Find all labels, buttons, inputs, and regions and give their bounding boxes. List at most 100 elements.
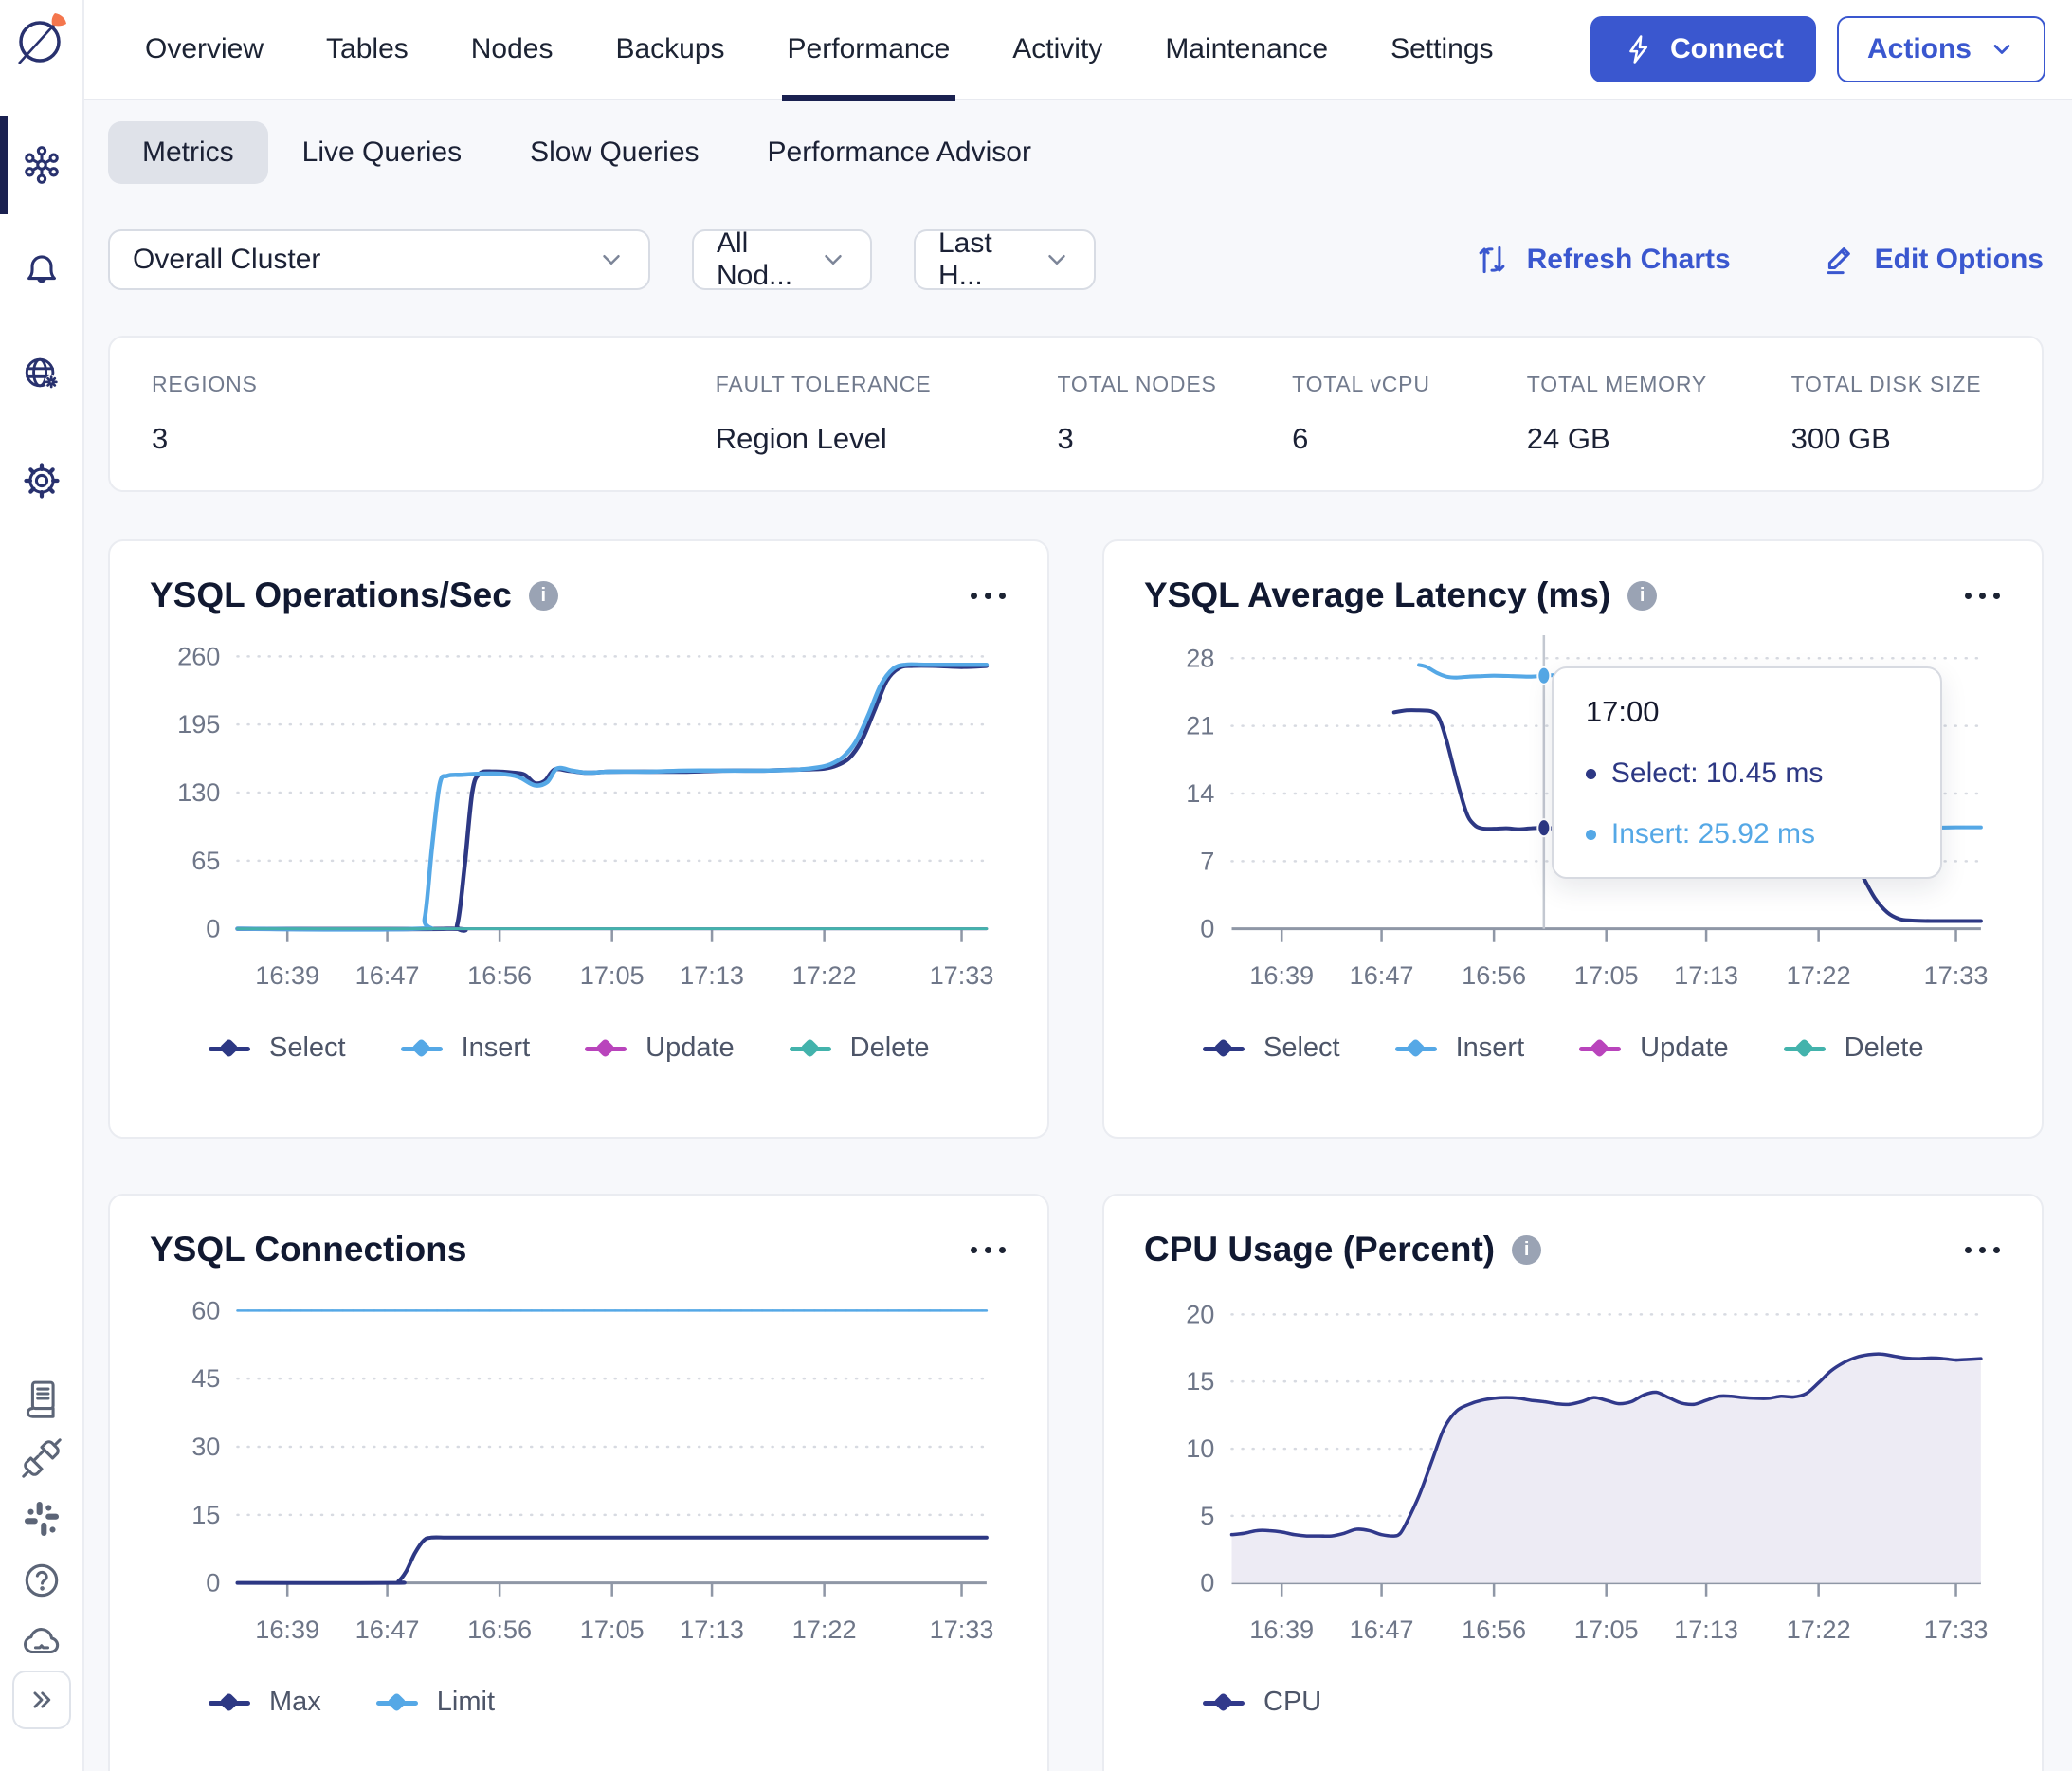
legend-marker-icon: [585, 1038, 627, 1059]
tab-tables[interactable]: Tables: [326, 0, 409, 100]
performance-subtabs: Metrics Live Queries Slow Queries Perfor…: [108, 121, 2044, 184]
more-options-icon[interactable]: [969, 585, 1008, 607]
chart-legend: Max Limit: [150, 1687, 1008, 1718]
tab-activity[interactable]: Activity: [1012, 0, 1102, 100]
svg-text:60: 60: [191, 1295, 220, 1324]
tab-settings[interactable]: Settings: [1390, 0, 1493, 100]
subtab-metrics[interactable]: Metrics: [108, 121, 268, 184]
time-range-select[interactable]: Last H...: [914, 228, 1096, 291]
more-options-icon[interactable]: [1963, 1239, 2002, 1261]
legend-item-select[interactable]: Select: [1203, 1032, 1340, 1064]
chart-card-ysql-operations: YSQL Operations/Sec i 0 65 130 195 260 16:39 1…: [108, 539, 1049, 1139]
integrations-plug-icon[interactable]: [20, 1436, 64, 1480]
summary-value: 24 GB: [1526, 422, 1610, 455]
edit-options-link[interactable]: Edit Options: [1822, 242, 2044, 278]
yugabyte-logo-icon[interactable]: [10, 8, 71, 68]
tab-backups[interactable]: Backups: [615, 0, 724, 100]
node-select[interactable]: All Nod...: [692, 228, 872, 291]
cluster-select[interactable]: Overall Cluster: [108, 229, 650, 290]
series-dot-icon: [1585, 829, 1596, 840]
chart-legend: CPU: [1144, 1687, 2002, 1718]
summary-label: REGIONS: [152, 372, 258, 396]
pencil-icon: [1827, 247, 1850, 275]
tab-nodes[interactable]: Nodes: [471, 0, 554, 100]
network-settings-globe-icon[interactable]: [20, 352, 64, 395]
chevron-down-icon: [1048, 255, 1065, 265]
legend-item-update[interactable]: Update: [1579, 1032, 1729, 1064]
cluster-nav-bar: Overview Tables Nodes Backups Performanc…: [84, 0, 2072, 101]
summary-label: TOTAL vCPU: [1292, 372, 1430, 396]
lightning-icon: [1629, 35, 1648, 64]
subtab-slow-queries[interactable]: Slow Queries: [496, 121, 733, 184]
docs-book-icon[interactable]: [20, 1377, 64, 1420]
summary-regions: REGIONS 3: [152, 372, 716, 456]
subtab-live-queries[interactable]: Live Queries: [268, 121, 496, 184]
more-options-icon[interactable]: [1963, 585, 2002, 607]
legend-item-delete[interactable]: Delete: [789, 1032, 929, 1064]
chart-legend: Select Insert Update Delete: [150, 1032, 1008, 1064]
connect-button-label: Connect: [1669, 33, 1784, 64]
legend-marker-icon: [1783, 1038, 1826, 1059]
node-select-value: All Nod...: [717, 228, 793, 291]
legend-item-insert[interactable]: Insert: [1394, 1032, 1524, 1064]
refresh-charts-link[interactable]: Refresh Charts: [1474, 242, 1731, 278]
svg-text:17:33: 17:33: [930, 1615, 994, 1644]
info-icon[interactable]: i: [528, 580, 558, 611]
svg-text:16:39: 16:39: [255, 1615, 319, 1644]
actions-button[interactable]: Actions: [1836, 16, 2045, 82]
svg-text:16:39: 16:39: [1249, 1615, 1314, 1644]
svg-text:0: 0: [206, 914, 220, 943]
svg-text:16:47: 16:47: [355, 960, 420, 990]
info-icon[interactable]: i: [1627, 580, 1658, 611]
chart-legend: Select Insert Update Delete: [1144, 1032, 2002, 1064]
svg-text:5: 5: [1200, 1501, 1214, 1530]
summary-value: 300 GB: [1790, 422, 1891, 455]
connect-button[interactable]: Connect: [1590, 16, 1816, 82]
legend-marker-icon: [1394, 1038, 1437, 1059]
svg-text:45: 45: [191, 1363, 220, 1393]
summary-total-memory: TOTAL MEMORY 24 GB: [1527, 372, 1791, 456]
legend-item-insert[interactable]: Insert: [400, 1032, 530, 1064]
tab-overview[interactable]: Overview: [145, 0, 264, 100]
settings-gear-icon[interactable]: [20, 459, 64, 502]
subtab-performance-advisor[interactable]: Performance Advisor: [734, 121, 1065, 184]
tab-maintenance[interactable]: Maintenance: [1165, 0, 1328, 100]
legend-marker-icon: [209, 1038, 250, 1059]
svg-text:17:33: 17:33: [1924, 1615, 1989, 1644]
help-question-icon[interactable]: [20, 1559, 64, 1602]
chevron-down-icon: [825, 255, 842, 265]
cluster-select-value: Overall Cluster: [133, 244, 321, 275]
svg-text:28: 28: [1186, 643, 1214, 672]
legend-item-max[interactable]: Max: [209, 1687, 321, 1718]
refresh-icon: [1479, 246, 1504, 274]
sidebar-item-clusters[interactable]: [20, 143, 64, 187]
svg-text:14: 14: [1186, 778, 1214, 808]
svg-text:30: 30: [191, 1432, 220, 1461]
legend-item-select[interactable]: Select: [209, 1032, 346, 1064]
legend-item-delete[interactable]: Delete: [1783, 1032, 1923, 1064]
legend-item-cpu[interactable]: CPU: [1203, 1687, 1321, 1718]
legend-item-update[interactable]: Update: [585, 1032, 735, 1064]
legend-label: Select: [1263, 1032, 1340, 1063]
chart-title: YSQL Connections: [150, 1230, 467, 1269]
tooltip-row-select: Select: 10.45 ms: [1585, 758, 1908, 790]
chart-toolbar-links: Refresh Charts Edit Options: [1474, 242, 2044, 278]
svg-text:16:39: 16:39: [1249, 960, 1314, 990]
svg-text:17:22: 17:22: [1787, 1615, 1851, 1644]
notifications-bell-icon[interactable]: [20, 247, 64, 291]
sidebar-expand-button[interactable]: [11, 1671, 71, 1729]
svg-text:15: 15: [191, 1500, 220, 1529]
chevron-down-icon: [1993, 45, 2010, 54]
tooltip-row-text: Insert: 25.92 ms: [1610, 818, 1815, 850]
svg-text:17:33: 17:33: [930, 960, 994, 990]
legend-item-limit[interactable]: Limit: [375, 1687, 495, 1718]
edit-options-label: Edit Options: [1874, 244, 2044, 275]
svg-text:0: 0: [1200, 914, 1214, 943]
tab-performance[interactable]: Performance: [781, 0, 956, 101]
more-options-icon[interactable]: [969, 1239, 1008, 1261]
slack-icon[interactable]: [20, 1497, 64, 1541]
info-icon[interactable]: i: [1512, 1234, 1542, 1265]
cloud-status-icon[interactable]: [20, 1619, 64, 1663]
chart-title: YSQL Operations/Sec: [150, 575, 512, 614]
tooltip-row-insert: Insert: 25.92 ms: [1585, 818, 1908, 850]
